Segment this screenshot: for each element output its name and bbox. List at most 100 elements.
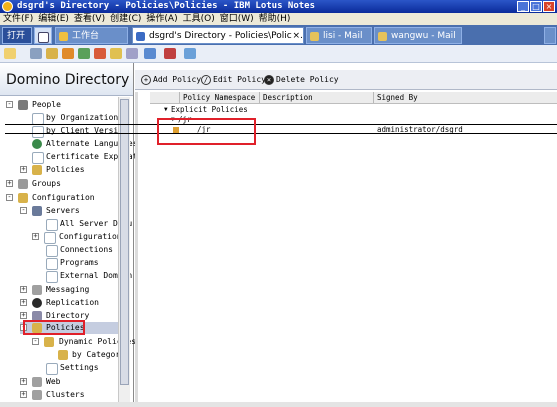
view-icon: [46, 271, 58, 283]
key-icon[interactable]: [62, 48, 74, 59]
collapse-icon[interactable]: ▼: [164, 105, 168, 115]
expand-icon[interactable]: +: [20, 378, 27, 385]
scrollbar-thumb[interactable]: [120, 99, 129, 385]
tab-wangwu-label: wangwu - Mail: [391, 31, 456, 41]
nav-certificate-expiration[interactable]: Certificate Expirat: [32, 151, 138, 164]
folder-icon: [32, 165, 42, 175]
add-icon: +: [141, 75, 151, 85]
delete-policy-button[interactable]: × Delete Policy: [264, 73, 339, 87]
nav-programs[interactable]: Programs: [46, 257, 118, 270]
tab-directory[interactable]: dsgrd's Directory - Policies\Polici... ×: [132, 27, 304, 44]
tab-workbench[interactable]: 工作台: [55, 27, 128, 44]
menu-actions[interactable]: 操作(A): [143, 13, 179, 25]
directory-icon: [136, 32, 145, 41]
web-icon: [32, 377, 42, 387]
nav-alternate-languages[interactable]: Alternate Languages: [32, 138, 138, 150]
tab-lisi-mail[interactable]: lisi - Mail: [306, 27, 372, 44]
mail-icon: [310, 32, 319, 41]
groups-icon: [18, 179, 28, 189]
workbench-icon: [59, 32, 68, 41]
expand-icon[interactable]: +: [20, 391, 27, 398]
collapse-icon[interactable]: -: [32, 338, 39, 345]
nav-clusters[interactable]: + Clusters: [20, 389, 118, 401]
nav-messaging[interactable]: + Messaging: [20, 284, 118, 296]
view-icon: [58, 350, 68, 360]
page-icon: [38, 32, 49, 43]
nav-configuration[interactable]: - Configuration: [6, 192, 118, 204]
sync-icon[interactable]: [184, 48, 196, 59]
nav-people-policies[interactable]: + Policies: [20, 164, 118, 176]
nav-connections[interactable]: Connections: [46, 244, 118, 257]
expand-icon[interactable]: +: [32, 233, 39, 240]
new-icon[interactable]: [4, 48, 16, 59]
menu-bar: 文件(F) 编辑(E) 查看(V) 创建(C) 操作(A) 工具(O) 窗口(W…: [0, 13, 557, 25]
nav-configurations[interactable]: + Configurations: [32, 231, 126, 244]
action-bar: + Add Policy / Edit Policy × Delete Poli…: [135, 70, 557, 90]
nav-by-organization[interactable]: by Organization: [32, 112, 118, 125]
maximize-button[interactable]: □: [530, 1, 542, 12]
tab-home-page[interactable]: [34, 27, 52, 44]
print-icon[interactable]: [30, 48, 42, 59]
menu-window[interactable]: 窗口(W): [217, 13, 256, 25]
menu-view[interactable]: 查看(V): [71, 13, 107, 25]
menu-edit[interactable]: 编辑(E): [35, 13, 71, 25]
view-left-border: [135, 92, 138, 402]
expand-icon[interactable]: +: [20, 166, 27, 173]
nav-dynamic-policies[interactable]: - Dynamic Policies: [32, 336, 136, 348]
column-header-signed-by[interactable]: Signed By: [374, 92, 557, 103]
tag-icon[interactable]: [126, 48, 138, 59]
clusters-icon: [32, 390, 42, 400]
edit-policy-button[interactable]: / Edit Policy: [201, 73, 266, 87]
nav-external-domain[interactable]: External Domain: [46, 270, 132, 283]
minimize-button[interactable]: _: [517, 1, 529, 12]
add-policy-button[interactable]: + Add Policy: [141, 73, 201, 87]
nav-by-category[interactable]: by Category: [58, 349, 125, 361]
close-window-button[interactable]: ×: [543, 1, 555, 12]
people-icon: [18, 100, 28, 110]
close-tab-icon[interactable]: ×: [292, 28, 300, 43]
folder-icon: [44, 337, 54, 347]
tab-list-button[interactable]: [544, 27, 556, 44]
navigator-scrollbar[interactable]: [118, 97, 130, 407]
policy-highlight-box: [157, 118, 256, 145]
expand-icon[interactable]: +: [20, 286, 27, 293]
nav-groups[interactable]: + Groups: [6, 178, 118, 190]
nav-web[interactable]: + Web: [20, 376, 118, 388]
collapse-icon[interactable]: -: [20, 207, 27, 214]
replication-icon: [32, 298, 42, 308]
collapse-icon[interactable]: -: [6, 194, 13, 201]
column-header-policy-namespace[interactable]: Policy Namespace: [180, 92, 260, 103]
tab-directory-label: dsgrd's Directory - Policies\Polici...: [149, 31, 303, 41]
menu-file[interactable]: 文件(F): [0, 13, 35, 25]
expand-icon[interactable]: +: [20, 312, 27, 319]
tab-wangwu-mail[interactable]: wangwu - Mail: [374, 27, 462, 44]
folder-open-icon: [18, 193, 28, 203]
nav-servers[interactable]: - Servers: [20, 205, 118, 217]
menu-tools[interactable]: 工具(O): [180, 13, 217, 25]
column-header-description[interactable]: Description: [260, 92, 374, 103]
menu-help[interactable]: 帮助(H): [256, 13, 293, 25]
nav-people[interactable]: - People: [6, 99, 118, 111]
open-folder-icon[interactable]: [46, 48, 58, 59]
mail-icon: [378, 32, 387, 41]
move-icon[interactable]: [144, 48, 156, 59]
expand-icon[interactable]: +: [6, 180, 13, 187]
folder-icon[interactable]: [110, 48, 122, 59]
category-row[interactable]: ▼ Explicit Policies: [150, 105, 557, 115]
expand-icon[interactable]: +: [20, 299, 27, 306]
nav-all-server-documents[interactable]: All Server Docu: [46, 218, 132, 231]
view-icon: [46, 363, 58, 375]
view-icon: [44, 232, 56, 244]
lotus-notes-icon: [2, 1, 13, 12]
tab-lisi-label: lisi - Mail: [323, 31, 363, 41]
nav-settings[interactable]: Settings: [46, 362, 118, 375]
open-label: 打开: [7, 31, 26, 41]
forward-icon[interactable]: [78, 48, 90, 59]
menu-create[interactable]: 创建(C): [107, 13, 143, 25]
nav-replication[interactable]: + Replication: [20, 297, 118, 309]
open-button[interactable]: 打开: [2, 27, 32, 44]
collapse-icon[interactable]: -: [6, 101, 13, 108]
delete-icon[interactable]: [164, 48, 176, 59]
status-bar: [0, 402, 557, 407]
mark-icon[interactable]: [94, 48, 106, 59]
